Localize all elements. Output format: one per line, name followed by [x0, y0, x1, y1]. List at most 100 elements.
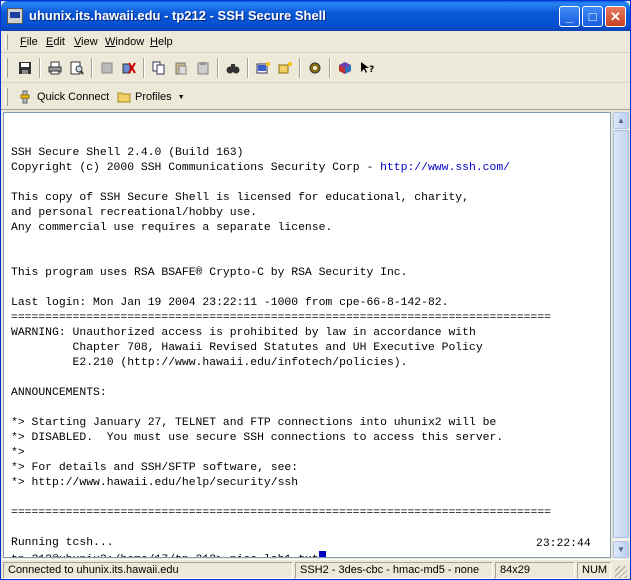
paste-button[interactable]	[171, 58, 191, 78]
ssh-app-icon[interactable]	[7, 8, 23, 24]
find-button[interactable]	[223, 58, 243, 78]
new-file-transfer-button[interactable]	[275, 58, 295, 78]
status-bar: Connected to uhunix.its.hawaii.edu SSH2 …	[1, 559, 630, 579]
ssh-website-link[interactable]: http://www.ssh.com/	[380, 162, 510, 174]
terminal-line-text: Last login: Mon Jan 19 2004 23:22:11 -10…	[11, 297, 449, 309]
maximize-icon: □	[588, 9, 597, 24]
maximize-button[interactable]: □	[582, 6, 603, 27]
terminal-output: SSH Secure Shell 2.4.0 (Build 163) Copyri…	[11, 131, 551, 557]
menu-window-label: indow	[115, 36, 145, 48]
menu-file[interactable]: File	[20, 36, 38, 48]
quick-connect-icon	[20, 90, 30, 104]
terminal-line: ANNOUNCEMENTS:	[11, 386, 551, 401]
terminal-line: Last login: Mon Jan 19 2004 23:22:11 -10…	[11, 296, 551, 311]
minimize-icon: _	[565, 9, 574, 24]
menubar-grip[interactable]	[5, 34, 8, 50]
print-preview-icon	[70, 61, 84, 75]
paste-special-button[interactable]	[193, 58, 213, 78]
terminal-line: Any commercial use requires a separate l…	[11, 221, 551, 236]
terminal-line: Copyright (c) 2000 SSH Communications Se…	[11, 161, 551, 176]
find-icon	[226, 64, 240, 74]
title-bar[interactable]: uhunix.its.hawaii.edu - tp212 - SSH Secu…	[1, 1, 630, 31]
new-terminal-window-icon	[256, 62, 270, 74]
terminal-line: Chapter 708, Hawaii Revised Statutes and…	[11, 341, 551, 356]
terminal-line-text: *>	[11, 447, 25, 459]
profiles-label: Profiles	[135, 91, 172, 103]
terminal-clock: 23:22:44	[536, 538, 591, 550]
terminal-line-text: and personal recreational/hobby use.	[11, 207, 258, 219]
terminal-line-text: WARNING: Unauthorized access is prohibit…	[11, 327, 476, 339]
connect-icon	[122, 62, 136, 74]
settings-button[interactable]	[305, 58, 325, 78]
menu-view[interactable]: View	[74, 36, 98, 48]
scroll-down-button[interactable]: ▼	[613, 541, 629, 558]
terminal-line: ========================================…	[11, 506, 551, 521]
scrollbar-thumb[interactable]	[613, 130, 629, 538]
toolbar-grip[interactable]	[5, 58, 8, 78]
menu-edit-label: dit	[53, 36, 65, 48]
minimize-button[interactable]: _	[559, 6, 580, 27]
quick-connect-button[interactable]: Quick Connect	[19, 88, 109, 106]
disconnect-icon	[101, 62, 113, 74]
print-button[interactable]	[45, 58, 65, 78]
status-terminal-size: 84x29	[495, 562, 575, 579]
terminal-line-text: ========================================…	[11, 507, 552, 519]
resize-grip-icon[interactable]	[615, 566, 627, 578]
terminal-line-text: SSH Secure Shell 2.4.0 (Build 163)	[11, 147, 244, 159]
terminal-line-text: E2.210 (http://www.hawaii.edu/infotech/p…	[11, 357, 408, 369]
chevron-down-icon: ▼	[177, 93, 185, 101]
vertical-scrollbar[interactable]: ▲ ▼	[612, 112, 629, 558]
terminal-line-text: This program uses RSA BSAFE® Crypto-C by…	[11, 267, 408, 279]
terminal-line-text: Copyright (c) 2000 SSH Communications Se…	[11, 162, 381, 174]
toolbar-separator	[143, 58, 145, 78]
quick-connect-label: Quick Connect	[37, 91, 110, 103]
help-book-icon	[339, 62, 351, 74]
paste-special-icon	[197, 62, 209, 75]
terminal-line-text: Chapter 708, Hawaii Revised Statutes and…	[11, 342, 483, 354]
close-icon: ✕	[610, 9, 621, 24]
print-preview-button[interactable]	[67, 58, 87, 78]
menu-edit[interactable]: Edit	[46, 36, 65, 48]
svg-text:?: ?	[369, 65, 374, 75]
terminal-line: *> Starting January 27, TELNET and FTP c…	[11, 416, 551, 431]
settings-icon	[309, 62, 321, 74]
profilebar-grip[interactable]	[5, 88, 8, 106]
terminal-view[interactable]: SSH Secure Shell 2.4.0 (Build 163) Copyri…	[3, 112, 611, 558]
toolbar-separator	[91, 58, 93, 78]
print-icon	[48, 61, 62, 75]
terminal-line-text: Any commercial use requires a separate l…	[11, 222, 333, 234]
disconnect-button[interactable]	[97, 58, 117, 78]
terminal-line: *> For details and SSH/SFTP software, se…	[11, 461, 551, 476]
terminal-line-text: *> Starting January 27, TELNET and FTP c…	[11, 417, 497, 429]
menu-help[interactable]: Help	[150, 36, 173, 48]
terminal-line-text: tp_212@uhunix2:/home/17/tp_212> pico lab…	[11, 554, 319, 557]
toolbar: ?	[1, 54, 630, 83]
copy-button[interactable]	[149, 58, 169, 78]
context-help-button[interactable]: ?	[357, 58, 377, 78]
save-button[interactable]	[15, 58, 35, 78]
terminal-line-text: Running tcsh...	[11, 537, 114, 549]
close-button[interactable]: ✕	[605, 6, 626, 27]
copy-icon	[152, 61, 165, 75]
new-file-transfer-icon	[278, 62, 292, 74]
terminal-line: ========================================…	[11, 311, 551, 326]
toolbar-separator	[329, 58, 331, 78]
profiles-bar: Quick Connect Profiles ▼	[1, 84, 630, 110]
toolbar-separator	[247, 58, 249, 78]
terminal-line-text: *> For details and SSH/SFTP software, se…	[11, 462, 299, 474]
scroll-up-button[interactable]: ▲	[613, 112, 629, 129]
connect-button[interactable]	[119, 58, 139, 78]
new-terminal-window-button[interactable]	[253, 58, 273, 78]
menu-help-accel: H	[150, 36, 158, 48]
menu-window[interactable]: Window	[105, 36, 144, 48]
profiles-dropdown[interactable]: Profiles ▼	[117, 88, 185, 106]
help-topics-button[interactable]	[335, 58, 355, 78]
ssh-window: uhunix.its.hawaii.edu - tp212 - SSH Secu…	[0, 0, 631, 580]
menu-bar: File Edit View Window Help	[1, 31, 630, 53]
